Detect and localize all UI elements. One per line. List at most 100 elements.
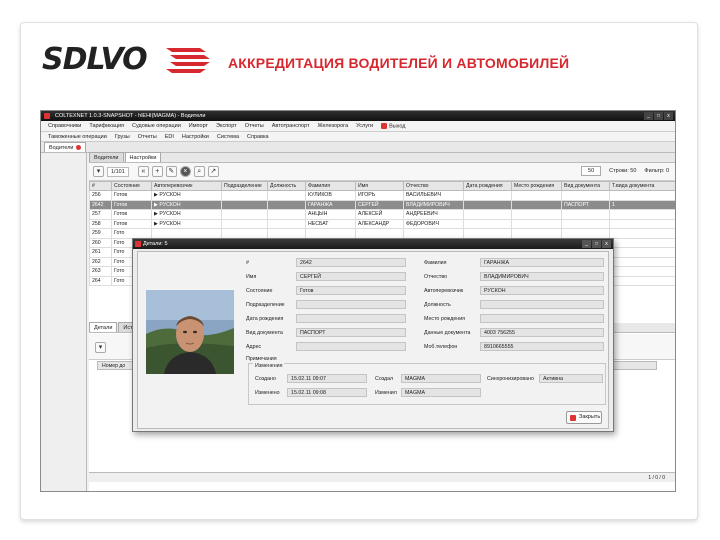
tab-drivers[interactable]: Водители <box>44 142 86 152</box>
birth-date-field[interactable] <box>296 314 406 323</box>
table-row[interactable]: 259 Гото <box>89 228 675 239</box>
first-name-field[interactable]: СЕРГЕЙ <box>296 272 406 281</box>
address-field[interactable] <box>296 342 406 351</box>
table-cell <box>561 228 610 239</box>
filter-icon[interactable]: ▾ <box>93 166 104 177</box>
first-page-icon[interactable]: « <box>137 166 149 177</box>
id-field[interactable]: 2642 <box>296 258 406 267</box>
column-header[interactable]: Т.вида документа <box>609 181 675 191</box>
menu-item[interactable]: Железорога <box>315 123 352 129</box>
patronymic-field[interactable]: ВЛАДИМИРОВИЧ <box>480 272 604 281</box>
last-name-field[interactable]: ГАРАНЖА <box>480 258 604 267</box>
minimize-icon[interactable]: _ <box>582 240 591 248</box>
column-header[interactable]: # <box>89 181 112 191</box>
column-header[interactable]: Автоперевозчик <box>151 181 222 191</box>
column-header[interactable]: Номер до <box>102 363 125 369</box>
column-header[interactable]: Имя <box>355 181 404 191</box>
menu-item[interactable]: EDI <box>162 134 177 140</box>
details-dialog: Детали: 5 _ □ x # 2642 Имя СЕРГЕЙ Состоя… <box>132 238 614 432</box>
department-field[interactable] <box>296 300 406 309</box>
grid-toolbar: ▾ 1/101 « + ✎ × ⌕ ↗ 50 Строки: 50 Фильтр… <box>89 163 675 181</box>
driver-photo <box>146 290 234 374</box>
minimize-icon[interactable]: _ <box>644 112 653 120</box>
table-cell: Готов <box>111 190 152 201</box>
delete-icon[interactable]: × <box>179 166 191 177</box>
close-tab-icon[interactable] <box>75 145 81 150</box>
position-field[interactable] <box>480 300 604 309</box>
sync-field[interactable]: Активна <box>539 374 603 383</box>
column-header[interactable]: Вид документа <box>561 181 610 191</box>
dialog-icon <box>135 241 141 247</box>
table-row[interactable]: 2642 Готов ▶ РУСКОН ГАРАНЖА СЕРГЕЙ ВЛАДИМИРОВ… <box>89 199 675 210</box>
table-row[interactable]: 256 Готов ▶ РУСКОН КУЛИКОВ ИГОРЬ ВАСИЛЬЕВИЧ <box>89 190 675 201</box>
carrier-field[interactable]: РУСКОН <box>480 286 604 295</box>
column-header[interactable]: Должность <box>267 181 306 191</box>
tab-details[interactable]: Детали <box>89 322 118 332</box>
table-cell <box>221 190 268 201</box>
export-icon[interactable]: ↗ <box>207 166 219 177</box>
menu-item[interactable]: Автотранспорт <box>269 123 313 129</box>
tab-drivers-inner[interactable]: Водители <box>89 152 124 162</box>
changed-by-field[interactable]: MAGMA <box>401 388 481 397</box>
menu-item[interactable]: Настройки <box>179 134 212 140</box>
maximize-icon[interactable]: □ <box>592 240 601 248</box>
table-cell <box>221 218 268 229</box>
table-cell <box>609 218 675 229</box>
table-cell: ВАСИЛЬЕВИЧ <box>403 190 464 201</box>
menu-item[interactable]: Экспорт <box>213 123 240 129</box>
table-cell <box>511 209 562 220</box>
menu-item[interactable]: Система <box>214 134 242 140</box>
field-label: Состояние <box>246 288 273 294</box>
menu-item[interactable]: Отчеты <box>135 134 160 140</box>
table-row[interactable]: 258 Готов ▶ РУСКОН НЕСБАТ АЛЕКСАНДР ФЕДОРОВИЧ <box>89 218 675 229</box>
logo-stripes-icon <box>166 48 210 73</box>
menu-item[interactable]: Отчеты <box>242 123 267 129</box>
add-icon[interactable]: + <box>151 166 163 177</box>
table-cell <box>511 228 562 239</box>
exit-menu-item[interactable]: Выход <box>378 122 408 129</box>
menu-item[interactable]: Справка <box>244 134 272 140</box>
column-header[interactable]: Подразделение <box>221 181 268 191</box>
menu-item[interactable]: Таможенные операции <box>45 134 110 140</box>
filter-icon[interactable]: ▾ <box>95 342 106 353</box>
changed-field[interactable]: 15.02.11 09:08 <box>287 388 367 397</box>
column-header[interactable]: Состояние <box>111 181 152 191</box>
column-header[interactable]: Дата рождения <box>463 181 512 191</box>
table-cell: 258 <box>89 218 112 229</box>
rows-select[interactable]: 50 <box>581 166 602 176</box>
menu-item[interactable]: Тарификация <box>86 123 127 129</box>
table-cell <box>267 218 306 229</box>
tab-settings[interactable]: Настройки <box>124 152 162 162</box>
created-by-field[interactable]: MAGMA <box>401 374 481 383</box>
menu-item[interactable]: Судовые операции <box>129 123 184 129</box>
column-header[interactable]: Место рождения <box>511 181 562 191</box>
search-icon[interactable]: ⌕ <box>193 166 205 177</box>
page-indicator[interactable]: 1/101 <box>107 166 129 177</box>
menu-item[interactable]: Услуги <box>353 123 376 129</box>
table-cell <box>463 209 512 220</box>
close-icon[interactable]: x <box>602 240 611 248</box>
table-row[interactable]: 257 Готов ▶ РУСКОН АНЦЫН АЛЕКСЕЙ АНДРЕЕВИЧ <box>89 209 675 220</box>
logo-text: SDLVO <box>42 42 148 77</box>
document-data-field[interactable]: 4003 756255 <box>480 328 604 337</box>
column-header[interactable]: Фамилия <box>305 181 356 191</box>
maximize-icon[interactable]: □ <box>654 112 663 120</box>
window-controls: _ □ x <box>644 112 673 120</box>
menu-item[interactable]: Справочники <box>45 123 84 129</box>
menu-item[interactable]: Импорт <box>186 123 211 129</box>
field-label: Дата рождения <box>246 316 284 322</box>
close-dialog-button[interactable]: Закрыть <box>566 411 602 424</box>
side-panel <box>41 153 87 491</box>
field-label: Изменено <box>255 390 280 396</box>
table-cell: Готов <box>111 199 152 210</box>
birth-place-field[interactable] <box>480 314 604 323</box>
mobile-phone-field[interactable]: 8910665555 <box>480 342 604 351</box>
column-header[interactable]: Отчество <box>403 181 464 191</box>
menu-item[interactable]: Грузы <box>112 134 133 140</box>
edit-icon[interactable]: ✎ <box>165 166 177 177</box>
document-type-field[interactable]: ПАСПОРТ <box>296 328 406 337</box>
close-icon[interactable]: x <box>664 112 673 120</box>
created-field[interactable]: 15.02.11 09:07 <box>287 374 367 383</box>
state-field[interactable]: Готов <box>296 286 406 295</box>
table-cell <box>463 190 512 201</box>
